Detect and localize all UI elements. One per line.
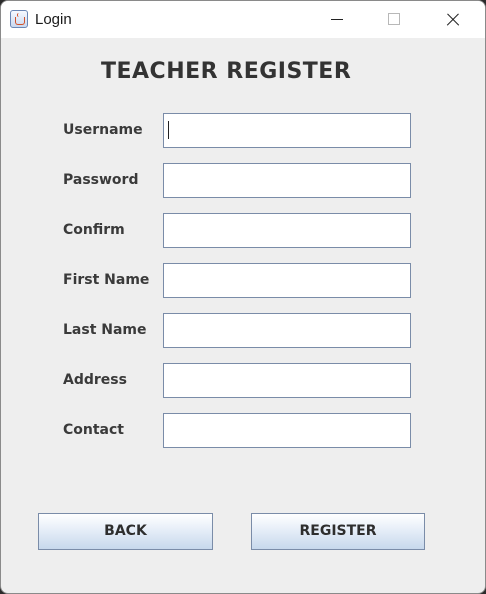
contact-label: Contact xyxy=(63,422,124,438)
first-name-field[interactable] xyxy=(163,263,411,298)
username-label: Username xyxy=(63,122,143,138)
page-title: TEACHER REGISTER xyxy=(101,59,352,84)
password-field[interactable] xyxy=(163,163,411,198)
confirm-password-field[interactable] xyxy=(163,213,411,248)
text-caret xyxy=(168,121,169,139)
minimize-button[interactable] xyxy=(309,1,367,38)
maximize-button[interactable] xyxy=(365,1,423,38)
first-name-label: First Name xyxy=(63,272,150,288)
username-field[interactable] xyxy=(163,113,411,148)
address-label: Address xyxy=(63,372,127,388)
java-coffee-cup-icon xyxy=(10,10,28,28)
last-name-field[interactable] xyxy=(163,313,411,348)
register-button[interactable]: REGISTER xyxy=(251,513,425,550)
last-name-label: Last Name xyxy=(63,322,147,338)
address-field[interactable] xyxy=(163,363,411,398)
login-window: Login TEACHER REGISTER Username Password… xyxy=(0,0,486,594)
minimize-icon xyxy=(331,19,343,20)
confirm-label: Confirm xyxy=(63,222,125,238)
password-label: Password xyxy=(63,172,139,188)
window-title: Login xyxy=(35,11,72,28)
back-button[interactable]: BACK xyxy=(38,513,213,550)
contact-field[interactable] xyxy=(163,413,411,448)
title-bar: Login xyxy=(1,1,485,38)
maximize-icon xyxy=(388,13,400,25)
close-button[interactable] xyxy=(423,1,481,38)
